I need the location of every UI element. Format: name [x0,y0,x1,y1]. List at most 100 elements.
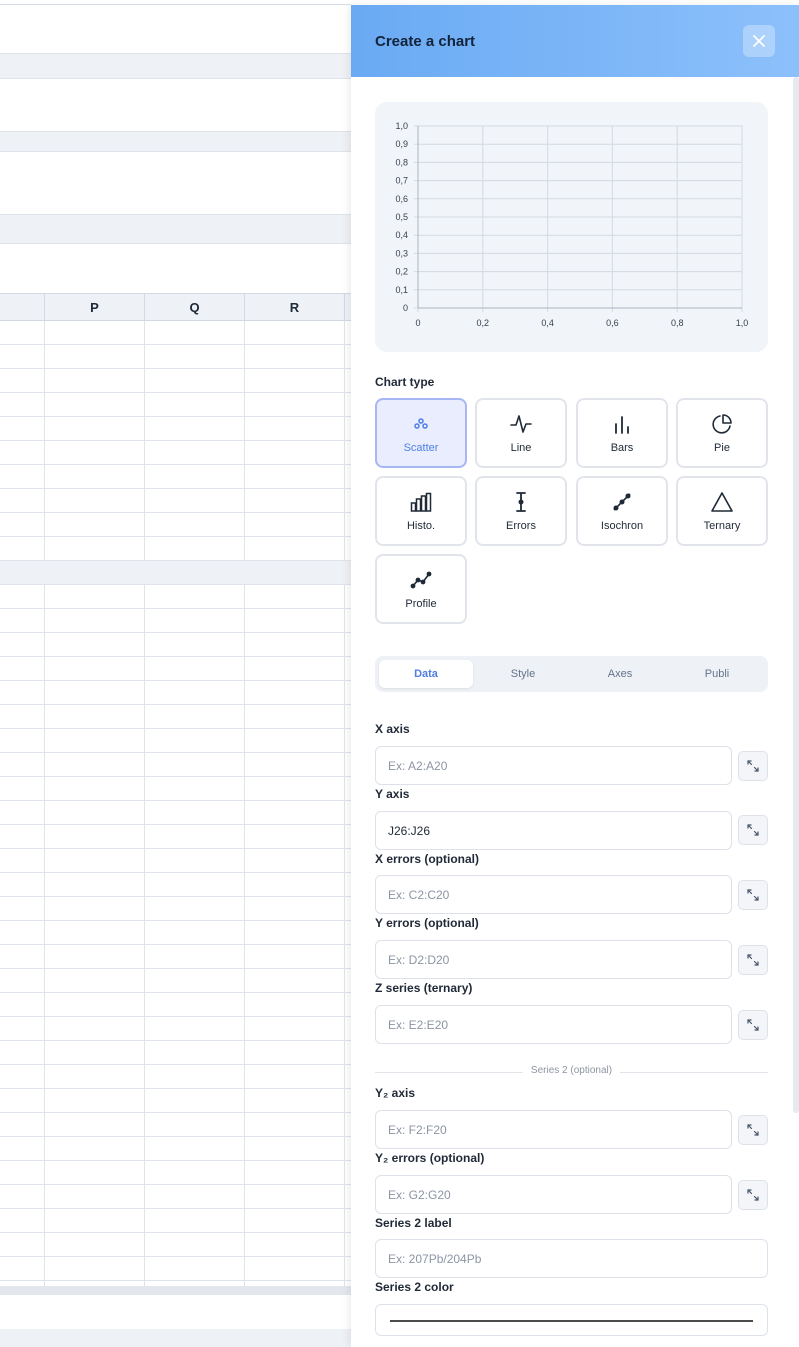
expand-icon [747,1124,759,1136]
chart-type-isochron[interactable]: Isochron [576,476,668,546]
grid-row-line [0,512,351,513]
tab-style[interactable]: Style [476,660,570,688]
y-errors-select-range-button[interactable] [738,945,768,975]
panel-scrollbar[interactable] [793,77,799,1113]
y2-errors-label: Y₂ errors (optional) [375,1151,485,1165]
series-2-label-input[interactable] [375,1239,768,1278]
x-axis-label: X axis [375,722,410,736]
y2-axis-label: Y₂ axis [375,1086,416,1100]
create-chart-panel: Create a chart 0 0,2 0,4 0,6 0,8 1,0 0 0,1 0,2 0,… [351,5,799,1347]
toolbar-row [0,5,351,53]
y-errors-input[interactable] [375,940,732,979]
chart-type-bars-label: Bars [610,442,634,454]
error-bar-icon [516,492,526,512]
series-2-divider: Series 2 (optional) [375,1065,768,1079]
panel-title: Create a chart [375,32,476,50]
histogram-icon [410,492,432,512]
grid-row-line [0,416,351,417]
y2-axis-input[interactable] [375,1110,732,1149]
column-header-p[interactable]: P [45,294,145,321]
tab-data[interactable]: Data [379,660,473,688]
x-tick-label: 0,4 [541,318,554,328]
series-2-divider-text: Series 2 (optional) [522,1065,621,1076]
z-series-select-range-button[interactable] [738,1010,768,1040]
x-tick-label: 1,0 [736,318,749,328]
tab-publi[interactable]: Publi [670,660,764,688]
grid-row-line [0,1040,351,1041]
chart-type-ternary-label: Ternary [703,520,741,532]
chart-type-line-label: Line [510,442,532,454]
expand-icon [747,1019,759,1031]
column-header-r[interactable]: R [245,294,345,321]
grid-row-line [0,440,351,441]
x-axis-select-range-button[interactable] [738,751,768,781]
chart-type-scatter[interactable]: Scatter [375,398,467,468]
y2-errors-select-range-button[interactable] [738,1180,768,1210]
close-button[interactable] [743,25,775,57]
line-chart-icon [510,415,532,433]
grid-row-line [0,584,351,585]
series-2-color-label: Series 2 color [375,1280,454,1294]
y-axis-select-range-button[interactable] [738,815,768,845]
grid-column-line [244,321,245,1286]
bar-chart-icon [615,416,629,434]
grid-row-line [0,920,351,921]
tab-axes[interactable]: Axes [573,660,667,688]
chart-type-errors-label: Errors [506,520,536,532]
x-axis-input[interactable] [375,746,732,785]
y-tick-label: 0,2 [395,267,408,277]
grid-row-line [0,1064,351,1065]
chart-type-histogram[interactable]: Histo. [375,476,467,546]
chart-type-pie[interactable]: Pie [676,398,768,468]
grid-row-line [0,1136,351,1137]
profile-icon [410,571,432,589]
y-axis-label: Y axis [375,787,410,801]
grid-column-line [144,321,145,1286]
x-errors-input[interactable] [375,875,732,914]
grid-row-line [0,536,351,537]
column-header-q[interactable]: Q [145,294,245,321]
horizontal-scrollbar[interactable] [0,1286,351,1294]
expand-icon [747,889,759,901]
y-tick-label: 0,4 [395,230,408,240]
chart-type-errors[interactable]: Errors [475,476,567,546]
expand-icon [747,954,759,966]
cell-grid[interactable] [0,321,351,1305]
close-icon [753,35,765,47]
y-errors-label: Y errors (optional) [375,916,479,930]
toolbar-band [0,53,351,79]
expand-icon [747,1189,759,1201]
y-tick-label: 0,7 [395,176,408,186]
formula-band [0,214,351,244]
grid-row-line [0,608,351,609]
expand-icon [747,760,759,772]
x-errors-select-range-button[interactable] [738,880,768,910]
chart-type-bars[interactable]: Bars [576,398,668,468]
chart-type-isochron-label: Isochron [600,520,644,532]
column-header-prev[interactable] [0,294,45,321]
y-tick-label: 0,6 [395,194,408,204]
grid-row-line [0,776,351,777]
x-tick-label: 0,2 [477,318,490,328]
z-series-label: Z series (ternary) [375,981,473,995]
y2-axis-select-range-button[interactable] [738,1115,768,1145]
z-series-input[interactable] [375,1005,732,1044]
chart-preview-svg: 0 0,2 0,4 0,6 0,8 1,0 0 0,1 0,2 0,3 0,4 0,5 0,6 0,7 0,… [395,121,749,328]
chart-type-label: Chart type [375,375,435,389]
grid-row-line [0,1232,351,1233]
panel-header: Create a chart [351,5,799,77]
y-tick-label: 0,9 [395,139,408,149]
grid-row-line [0,752,351,753]
grid-row-line [0,1160,351,1161]
chart-type-profile[interactable]: Profile [375,554,467,624]
chart-type-ternary[interactable]: Ternary [676,476,768,546]
grid-row-line [0,392,351,393]
chart-type-line[interactable]: Line [475,398,567,468]
series-2-color-picker[interactable] [375,1304,768,1336]
y-axis-input[interactable] [375,811,732,850]
y-tick-label: 0,8 [395,157,408,167]
grid-row-line [0,1016,351,1017]
y2-errors-input[interactable] [375,1175,732,1214]
grid-separator-row [0,561,351,585]
series-2-label-label: Series 2 label [375,1216,452,1230]
